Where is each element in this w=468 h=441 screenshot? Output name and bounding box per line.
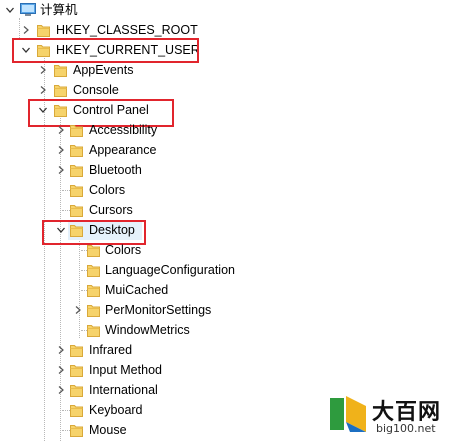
tree-label: Input Method (89, 363, 162, 377)
tree-label: Appearance (89, 143, 157, 157)
folder-icon (70, 203, 83, 217)
chevron-right-icon[interactable] (20, 20, 32, 40)
chevron-right-icon[interactable] (72, 300, 84, 320)
tree-label: LanguageConfiguration (105, 263, 235, 277)
chevron-right-icon[interactable] (55, 380, 67, 400)
chevron-right-icon[interactable] (55, 360, 67, 380)
folder-icon (70, 143, 83, 157)
folder-icon (70, 423, 83, 437)
folder-icon (37, 23, 50, 37)
tree-label: Mouse (89, 423, 127, 437)
folder-icon (54, 63, 67, 77)
chevron-right-icon[interactable] (55, 140, 67, 160)
computer-icon (20, 3, 36, 17)
chevron-right-icon[interactable] (37, 60, 49, 80)
chevron-right-icon[interactable] (55, 160, 67, 180)
chevron-right-icon[interactable] (37, 80, 49, 100)
folder-icon (70, 123, 83, 137)
folder-icon (87, 263, 100, 277)
tree-node-computer[interactable]: 计算机 (0, 0, 200, 20)
folder-icon (70, 403, 83, 417)
tree-node-language-configuration[interactable]: LanguageConfiguration (0, 260, 260, 280)
tree-node-cursors[interactable]: Cursors (0, 200, 200, 220)
tree-label: 计算机 (40, 3, 78, 17)
folder-icon (87, 303, 100, 317)
tree-label: Accessibility (89, 123, 158, 137)
tree-label: HKEY_CLASSES_ROOT (56, 23, 198, 37)
chevron-right-icon[interactable] (55, 340, 67, 360)
tree-label: Bluetooth (89, 163, 142, 177)
tree-label: International (89, 383, 158, 397)
folder-icon (70, 343, 83, 357)
tree-label: MuiCached (105, 283, 169, 297)
watermark-logo-icon (330, 396, 366, 432)
folder-icon (70, 363, 83, 377)
tree-label: AppEvents (73, 63, 134, 77)
folder-icon (70, 383, 83, 397)
tree-node-per-monitor-settings[interactable]: PerMonitorSettings (0, 300, 240, 320)
tree-node-keyboard[interactable]: Keyboard (0, 400, 200, 420)
tree-label: WindowMetrics (105, 323, 190, 337)
folder-icon (87, 283, 100, 297)
tree-node-colors[interactable]: Colors (0, 180, 200, 200)
tree-label: Colors (89, 183, 126, 197)
tree-node-hkcr[interactable]: HKEY_CLASSES_ROOT (0, 20, 220, 40)
tree-label: Cursors (89, 203, 133, 217)
tree-label: Colors (105, 243, 142, 257)
tree-node-console[interactable]: Console (0, 80, 200, 100)
tree-node-international[interactable]: International (0, 380, 200, 400)
folder-icon (54, 83, 67, 97)
tree-label: PerMonitorSettings (105, 303, 212, 317)
tree-node-appevents[interactable]: AppEvents (0, 60, 200, 80)
tree-node-mouse[interactable]: Mouse (0, 420, 200, 440)
folder-icon (70, 183, 83, 197)
tree-node-window-metrics[interactable]: WindowMetrics (0, 320, 220, 340)
tree-node-muicached[interactable]: MuiCached (0, 280, 200, 300)
folder-icon (70, 163, 83, 177)
tree-node-appearance[interactable]: Appearance (0, 140, 200, 160)
chevron-right-icon[interactable] (55, 120, 67, 140)
watermark-url: big100.net (376, 422, 436, 435)
folder-icon (87, 323, 100, 337)
tree-label: Keyboard (89, 403, 143, 417)
tree-node-accessibility[interactable]: Accessibility (0, 120, 200, 140)
tree-label: Infrared (89, 343, 133, 357)
watermark: 大百网 big100.net (326, 392, 466, 438)
chevron-down-icon[interactable] (4, 0, 16, 20)
tree-node-infrared[interactable]: Infrared (0, 340, 200, 360)
tree-node-desktop-colors[interactable]: Colors (0, 240, 200, 260)
tree-label: Console (73, 83, 119, 97)
tree-node-input-method[interactable]: Input Method (0, 360, 200, 380)
folder-icon (87, 243, 100, 257)
tree-node-bluetooth[interactable]: Bluetooth (0, 160, 200, 180)
registry-tree: 计算机 HKEY_CLASSES_ROOT HKEY_CURRENT_USER … (0, 0, 468, 441)
